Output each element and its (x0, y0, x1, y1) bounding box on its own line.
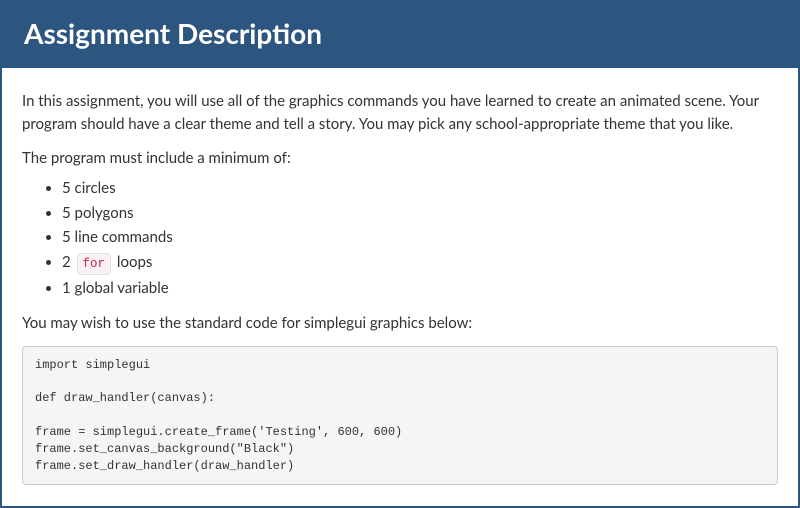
requirements-list: 5 circles 5 polygons 5 line commands 2 f… (22, 177, 778, 300)
list-item: 5 line commands (62, 226, 778, 249)
list-item-suffix: loops (113, 253, 152, 271)
intro-paragraph: In this assignment, you will use all of … (22, 90, 778, 135)
code-block: import simplegui def draw_handler(canvas… (22, 346, 778, 486)
assignment-container: Assignment Description In this assignmen… (0, 0, 800, 508)
code-lead-in: You may wish to use the standard code fo… (22, 314, 778, 332)
header-bar: Assignment Description (2, 2, 798, 68)
list-item: 1 global variable (62, 277, 778, 300)
list-item: 5 circles (62, 177, 778, 200)
list-item: 5 polygons (62, 202, 778, 225)
list-item-prefix: 2 (62, 253, 75, 271)
page-title: Assignment Description (24, 16, 776, 50)
list-item: 2 for loops (62, 251, 778, 276)
content-area: In this assignment, you will use all of … (2, 68, 798, 505)
code-keyword-for: for (77, 253, 112, 276)
requirements-lead-in: The program must include a minimum of: (22, 149, 778, 167)
